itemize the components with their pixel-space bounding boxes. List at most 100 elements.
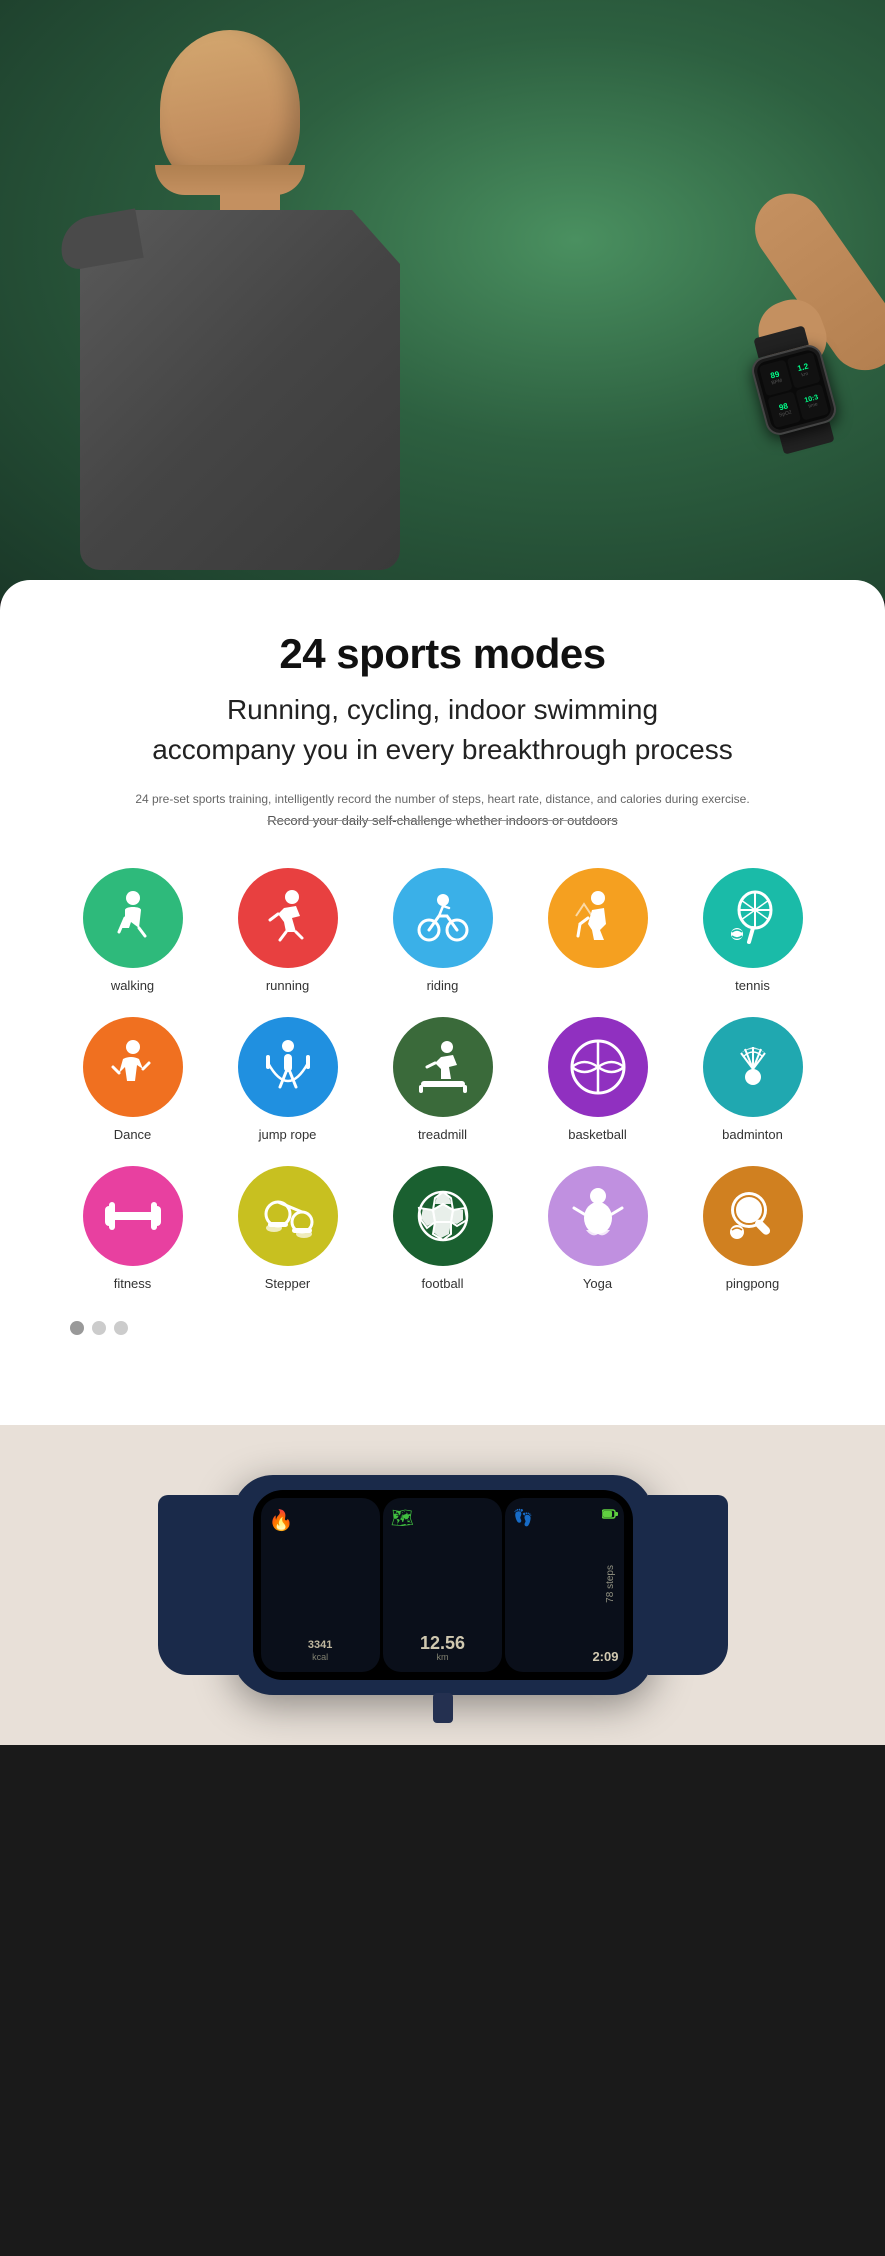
- sport-icon-basketball: [548, 1017, 648, 1117]
- sport-icon-treadmill: [393, 1017, 493, 1117]
- watch-button: [433, 1693, 453, 1723]
- yoga-icon-svg: [568, 1186, 628, 1246]
- sport-icon-football: [393, 1166, 493, 1266]
- sport-icon-walking: [83, 868, 183, 968]
- watch-band-left: [158, 1495, 238, 1675]
- distance-value: 12.56: [391, 1634, 494, 1652]
- watch-display-screen: 🔥 3341 kcal 🗺 12.56 km 👣 78 st: [253, 1490, 633, 1680]
- battery-svg: [602, 1509, 618, 1519]
- sport-label-badminton: badminton: [722, 1127, 783, 1142]
- sport-icon-pingpong: [703, 1166, 803, 1266]
- sport-item-basketball: basketball: [525, 1017, 670, 1142]
- sport-item-jumprope: jump rope: [215, 1017, 360, 1142]
- fitness-icon-svg: [103, 1186, 163, 1246]
- hero-section: 89 BPM 1.2 km 98 SpO2 10:3 time: [0, 0, 885, 600]
- sport-item-tennis: tennis: [680, 868, 825, 993]
- watch-panel-steps: 👣 78 steps 2:09: [505, 1498, 624, 1672]
- sport-label-walking: walking: [111, 978, 154, 993]
- calories-unit: kcal: [269, 1652, 372, 1662]
- watch-cell-4: 10:3 time: [795, 384, 829, 421]
- watch-screen: 89 BPM 1.2 km 98 SpO2 10:3 time: [755, 348, 833, 432]
- sport-label-football: football: [422, 1276, 464, 1291]
- person-chin: [155, 165, 305, 195]
- stepper-icon-svg: [258, 1186, 318, 1246]
- sport-label-fitness: fitness: [114, 1276, 152, 1291]
- steps-display: 78 steps: [605, 1526, 616, 1642]
- sport-icon-dance: [83, 1017, 183, 1117]
- sport-icon-hiking: [548, 868, 648, 968]
- sport-label-tennis: tennis: [735, 978, 770, 993]
- subtitle-line2: accompany you in every breakthrough proc…: [60, 734, 825, 766]
- sport-label-running: running: [266, 978, 309, 993]
- calories-display: 3341 kcal: [269, 1639, 372, 1662]
- page-title: 24 sports modes: [60, 630, 825, 678]
- sport-icon-yoga: [548, 1166, 648, 1266]
- steps-icon: 👣: [513, 1508, 616, 1528]
- time-value: 2:09: [592, 1649, 618, 1664]
- hiking-icon-svg: [568, 888, 628, 948]
- bottom-watch-section: 🔥 3341 kcal 🗺 12.56 km 👣 78 st: [0, 1425, 885, 1745]
- pagination-dots: [70, 1321, 825, 1335]
- badminton-icon-svg: [723, 1037, 783, 1097]
- watch-panel-calories: 🔥 3341 kcal: [261, 1498, 380, 1672]
- sport-label-riding: riding: [427, 978, 459, 993]
- jumprope-icon-svg: [258, 1037, 318, 1097]
- distance-unit: km: [391, 1652, 494, 1662]
- sport-icon-jumprope: [238, 1017, 338, 1117]
- hero-image-area: 89 BPM 1.2 km 98 SpO2 10:3 time: [0, 0, 885, 600]
- walking-icon-svg: [103, 888, 163, 948]
- content-card: 24 sports modes Running, cycling, indoor…: [0, 580, 885, 1425]
- time-display: 2:09: [592, 1649, 618, 1664]
- distance-icon: 🗺: [391, 1508, 494, 1529]
- football-icon-svg: [413, 1186, 473, 1246]
- sport-icon-riding: [393, 868, 493, 968]
- sport-label-stepper: Stepper: [265, 1276, 311, 1291]
- sport-icon-running: [238, 868, 338, 968]
- steps-value: 78 steps: [605, 1565, 616, 1603]
- sport-item-riding: riding: [370, 868, 515, 993]
- battery-icon: [602, 1506, 618, 1524]
- sport-item-hiking: [525, 868, 670, 993]
- sport-item-dance: Dance: [60, 1017, 205, 1142]
- pagination-dot-2[interactable]: [92, 1321, 106, 1335]
- basketball-icon-svg: [568, 1037, 628, 1097]
- sport-item-yoga: Yoga: [525, 1166, 670, 1291]
- dance-icon-svg: [103, 1037, 163, 1097]
- sport-item-football: football: [370, 1166, 515, 1291]
- pagination-dot-1[interactable]: [70, 1321, 84, 1335]
- sport-icon-fitness: [83, 1166, 183, 1266]
- sport-icon-badminton: [703, 1017, 803, 1117]
- description2: Record your daily self-challenge whether…: [60, 813, 825, 828]
- sport-item-pingpong: pingpong: [680, 1166, 825, 1291]
- sport-label-treadmill: treadmill: [418, 1127, 467, 1142]
- sport-icon-tennis: [703, 868, 803, 968]
- watch-panel-distance: 🗺 12.56 km: [383, 1498, 502, 1672]
- sport-label-pingpong: pingpong: [726, 1276, 780, 1291]
- running-icon-svg: [258, 888, 318, 948]
- sport-item-treadmill: treadmill: [370, 1017, 515, 1142]
- pagination-dot-3[interactable]: [114, 1321, 128, 1335]
- watch-stat-label-4: time: [808, 401, 819, 409]
- sport-item-running: running: [215, 868, 360, 993]
- sport-label-jumprope: jump rope: [259, 1127, 317, 1142]
- distance-display: 12.56 km: [391, 1634, 494, 1662]
- sport-icon-stepper: [238, 1166, 338, 1266]
- pingpong-icon-svg: [723, 1186, 783, 1246]
- sport-item-fitness: fitness: [60, 1166, 205, 1291]
- watch-band-right: [648, 1495, 728, 1675]
- sport-item-stepper: Stepper: [215, 1166, 360, 1291]
- calories-value: 3341: [269, 1639, 372, 1652]
- sport-label-dance: Dance: [114, 1127, 152, 1142]
- sport-label-basketball: basketball: [568, 1127, 627, 1142]
- watch-stat-label-2: km: [801, 371, 809, 379]
- sport-item-badminton: badminton: [680, 1017, 825, 1142]
- person-torso: [80, 210, 400, 570]
- sports-grid: walking running: [60, 868, 825, 1291]
- tennis-icon-svg: [723, 888, 783, 948]
- calories-icon: 🔥: [269, 1508, 372, 1533]
- watch-cell-2: 1.2 km: [787, 352, 821, 389]
- riding-icon-svg: [413, 888, 473, 948]
- sport-item-walking: walking: [60, 868, 205, 993]
- smartwatch-display: 🔥 3341 kcal 🗺 12.56 km 👣 78 st: [233, 1475, 653, 1695]
- sport-label-yoga: Yoga: [583, 1276, 612, 1291]
